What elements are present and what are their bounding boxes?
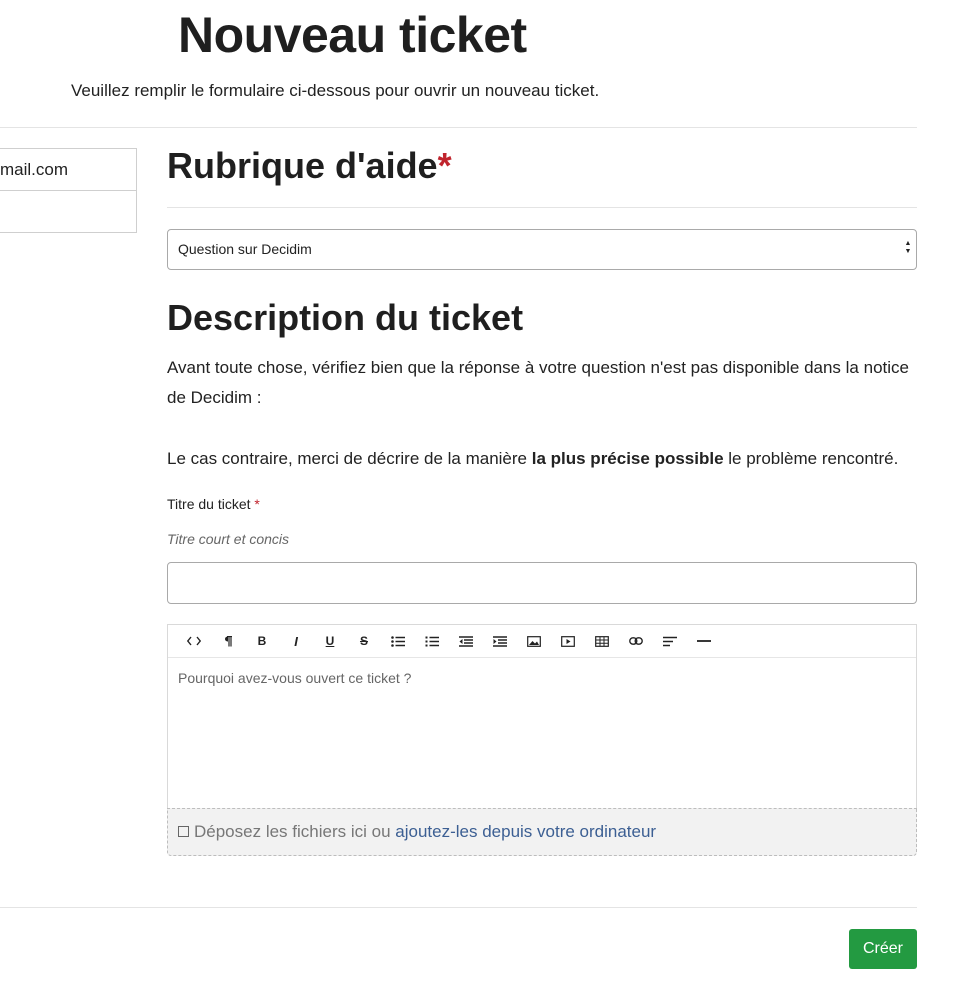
checkbox-icon — [178, 825, 189, 837]
video-icon[interactable] — [551, 625, 585, 658]
help-topic-select[interactable]: Question sur Decidim ▲ ▼ — [167, 229, 917, 270]
divider — [0, 127, 917, 128]
description-section-title: Description du ticket — [167, 297, 524, 338]
horizontal-rule-icon[interactable] — [687, 625, 721, 658]
left-panel-row[interactable] — [0, 191, 136, 233]
code-icon[interactable] — [177, 625, 211, 658]
indent-icon[interactable] — [483, 625, 517, 658]
required-star: * — [437, 145, 452, 186]
description-text-end: le problème rencontré. — [723, 449, 899, 468]
page-subtitle: Veuillez remplir le formulaire ci-dessou… — [71, 81, 600, 100]
left-panel-email-row[interactable]: mail.com — [0, 149, 136, 191]
bullet-list-icon[interactable] — [381, 625, 415, 658]
italic-icon[interactable]: I — [279, 625, 313, 658]
description-paragraph: Avant toute chose, vérifiez bien que la … — [167, 358, 909, 407]
select-arrows-icon: ▲ ▼ — [904, 240, 912, 255]
required-star: * — [254, 496, 260, 512]
ticket-title-help: Titre court et concis — [167, 531, 290, 547]
editor-placeholder: Pourquoi avez-vous ouvert ce ticket ? — [178, 670, 412, 686]
upload-link[interactable]: ajoutez-les depuis votre ordinateur — [395, 822, 656, 841]
help-section-title: Rubrique d'aide* — [167, 145, 452, 187]
ticket-title-label: Titre du ticket * — [167, 496, 260, 512]
file-dropzone[interactable]: Déposez les fichiers ici ou ajoutez-les … — [167, 808, 917, 856]
description-emphasis: la plus précise possible — [531, 449, 724, 468]
ordered-list-icon[interactable] — [415, 625, 449, 658]
table-icon[interactable] — [585, 625, 619, 658]
divider — [0, 907, 917, 908]
underline-icon[interactable]: U — [313, 625, 347, 658]
strikethrough-icon[interactable]: S — [347, 625, 381, 658]
ticket-title-label-text: Titre du ticket — [167, 496, 251, 512]
ticket-title-input[interactable] — [167, 562, 917, 604]
link-icon[interactable] — [619, 625, 653, 658]
create-button[interactable]: Créer — [849, 929, 917, 969]
description-text: Le cas contraire, merci de décrire de la… — [167, 449, 532, 468]
align-icon[interactable] — [653, 625, 687, 658]
paragraph-icon[interactable] — [211, 625, 245, 658]
description-paragraph-2: Le cas contraire, merci de décrire de la… — [167, 444, 912, 474]
dropzone-text: Déposez les fichiers ici ou — [194, 822, 396, 841]
divider — [167, 207, 917, 208]
left-account-panel: mail.com — [0, 148, 137, 233]
rich-text-editor: B I U S Pourquoi avez-vous ouvert ce tic… — [167, 624, 917, 809]
editor-toolbar: B I U S — [168, 625, 916, 658]
image-icon[interactable] — [517, 625, 551, 658]
outdent-icon[interactable] — [449, 625, 483, 658]
editor-content-area[interactable]: Pourquoi avez-vous ouvert ce ticket ? — [168, 658, 916, 698]
help-section-title-text: Rubrique d'aide — [167, 145, 438, 186]
bold-icon[interactable]: B — [245, 625, 279, 658]
page-title: Nouveau ticket — [178, 7, 527, 63]
help-topic-selected-value: Question sur Decidim — [178, 241, 312, 257]
